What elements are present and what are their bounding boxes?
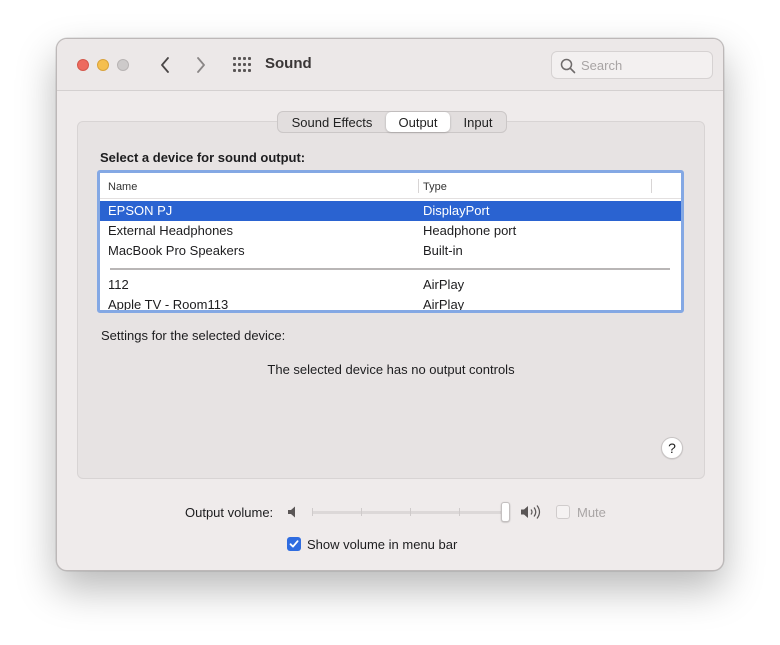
show-all-grid-icon[interactable] xyxy=(233,57,251,72)
device-name: Apple TV - Room113 xyxy=(108,297,229,312)
tab-bar: Sound Effects Output Input xyxy=(277,111,507,133)
tab-sound-effects[interactable]: Sound Effects xyxy=(278,112,386,132)
help-button[interactable]: ? xyxy=(661,437,683,459)
back-button[interactable] xyxy=(155,54,175,76)
device-name: 112 xyxy=(108,277,129,292)
minimize-button[interactable] xyxy=(97,59,109,71)
device-type: DisplayPort xyxy=(423,203,490,218)
checkmark-icon xyxy=(289,540,299,548)
settings-label: Settings for the selected device: xyxy=(101,328,286,343)
volume-slider-thumb[interactable] xyxy=(501,502,510,522)
mute-label: Mute xyxy=(577,505,606,520)
table-row[interactable]: EPSON PJ DisplayPort xyxy=(100,201,681,221)
title-bar: Sound xyxy=(57,39,723,91)
no-controls-message: The selected device has no output contro… xyxy=(267,362,515,377)
search-input[interactable] xyxy=(581,56,706,74)
table-row[interactable]: Apple TV - Room113 AirPlay xyxy=(100,295,681,312)
device-name: MacBook Pro Speakers xyxy=(108,243,245,258)
forward-button[interactable] xyxy=(191,54,211,76)
show-volume-label: Show volume in menu bar xyxy=(307,537,458,552)
search-field[interactable] xyxy=(551,51,713,79)
output-volume-slider[interactable] xyxy=(312,501,510,523)
device-type: AirPlay xyxy=(423,277,465,292)
sound-preferences-window: Sound Sound Effects Output Input Select … xyxy=(56,38,724,571)
device-type: Headphone port xyxy=(423,223,517,238)
speaker-high-icon xyxy=(520,504,544,525)
chevron-left-icon xyxy=(161,57,169,73)
device-name: EPSON PJ xyxy=(108,203,173,218)
mute-checkbox[interactable] xyxy=(556,505,570,519)
table-row[interactable]: External Headphones Headphone port xyxy=(100,221,681,241)
device-name: External Headphones xyxy=(108,223,234,238)
show-volume-checkbox[interactable] xyxy=(287,537,301,551)
tab-input[interactable]: Input xyxy=(450,112,506,132)
column-header-type[interactable]: Type xyxy=(423,181,447,193)
close-button[interactable] xyxy=(77,59,89,71)
column-header-name[interactable]: Name xyxy=(108,181,137,193)
device-select-label: Select a device for sound output: xyxy=(100,150,306,165)
chevron-right-icon xyxy=(197,57,205,73)
output-volume-label: Output volume: xyxy=(185,505,274,520)
device-type: AirPlay xyxy=(423,297,465,312)
search-icon xyxy=(560,58,576,74)
tab-output[interactable]: Output xyxy=(386,112,450,132)
table-header: Name Type xyxy=(100,173,681,199)
zoom-button xyxy=(117,59,129,71)
speaker-low-icon xyxy=(287,505,301,524)
table-row[interactable]: MacBook Pro Speakers Built-in xyxy=(100,241,681,261)
table-row[interactable]: 112 AirPlay xyxy=(100,275,681,295)
list-divider xyxy=(110,268,670,270)
device-type: Built-in xyxy=(423,243,463,258)
window-title: Sound xyxy=(265,55,312,72)
output-device-table[interactable]: Name Type EPSON PJ DisplayPort External … xyxy=(97,170,684,313)
